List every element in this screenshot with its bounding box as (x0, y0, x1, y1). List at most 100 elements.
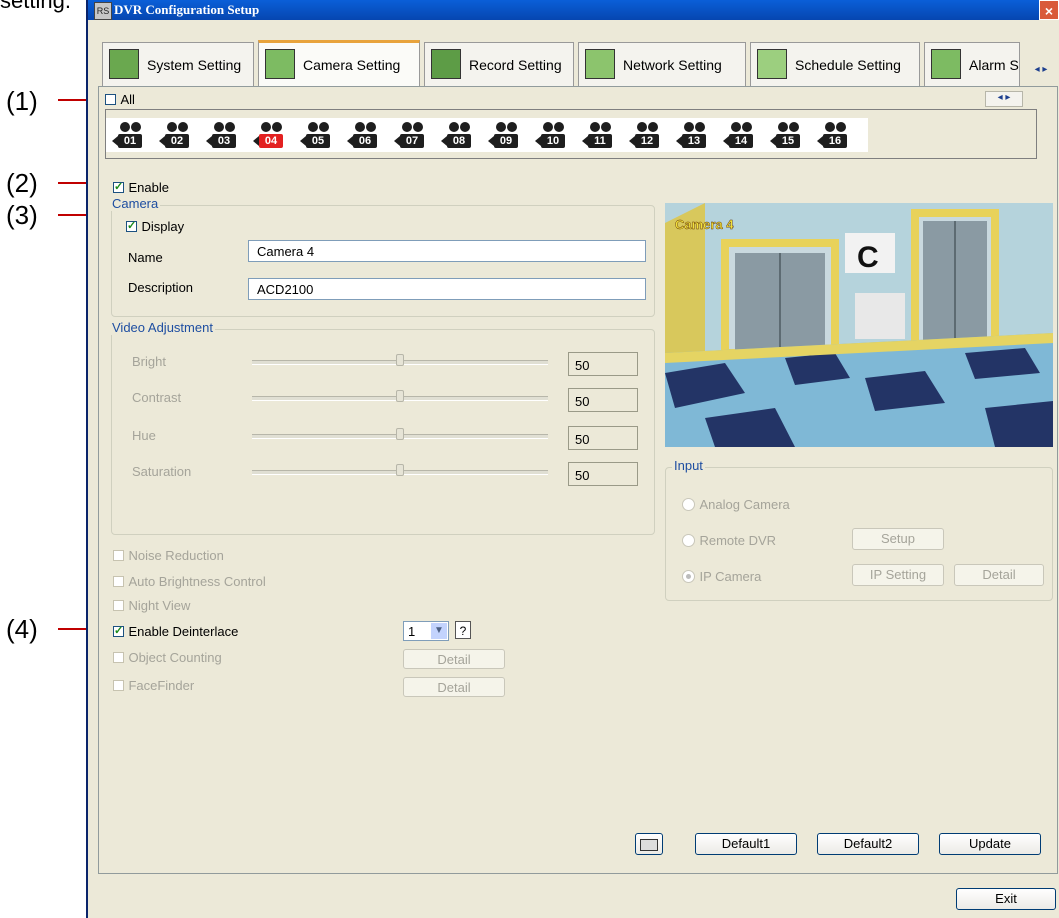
night-view-row[interactable]: Night View (113, 597, 190, 615)
keyboard-button[interactable] (635, 833, 663, 855)
camera-reel-icon (225, 122, 235, 132)
camera-name-input[interactable]: Camera 4 (248, 240, 646, 262)
default1-button[interactable]: Default1 (695, 833, 797, 855)
description-label: Description (128, 280, 194, 295)
noise-reduction-label: Noise Reduction (128, 548, 224, 563)
update-button[interactable]: Update (939, 833, 1041, 855)
chevron-down-icon[interactable]: ▼ (431, 623, 447, 639)
camera-reel-icon (496, 122, 506, 132)
object-counting-detail-button[interactable]: Detail (403, 649, 505, 669)
ip-camera-radio[interactable] (682, 570, 695, 584)
camera-channel-16-button[interactable]: 16 (815, 118, 853, 152)
facefinder-row[interactable]: FaceFinder (113, 677, 194, 695)
hue-slider-thumb[interactable] (396, 428, 404, 440)
camera-channel-10-button[interactable]: 10 (533, 118, 571, 152)
camera-group-legend: Camera (110, 196, 161, 211)
saturation-label: Saturation (132, 464, 192, 479)
bright-slider-thumb[interactable] (396, 354, 404, 366)
enable-deinterlace-row[interactable]: Enable Deinterlace (113, 623, 238, 641)
analog-camera-option[interactable]: Analog Camera (682, 496, 790, 514)
tab-scroll-arrows[interactable]: ◂ ▸ (1023, 64, 1059, 80)
exit-button[interactable]: Exit (956, 888, 1056, 910)
hue-value[interactable]: 50 (568, 426, 638, 450)
ip-setting-button[interactable]: IP Setting (852, 564, 944, 586)
all-checkbox-row[interactable]: All (105, 91, 135, 109)
remote-dvr-option[interactable]: Remote DVR (682, 532, 776, 550)
contrast-slider-thumb[interactable] (396, 390, 404, 402)
display-checkbox-row[interactable]: Display (126, 218, 184, 236)
camera-reel-icon (120, 122, 130, 132)
camera-channel-13-button[interactable]: 13 (674, 118, 712, 152)
camera-channel-12-button[interactable]: 12 (627, 118, 665, 152)
object-counting-row[interactable]: Object Counting (113, 649, 222, 667)
facefinder-checkbox[interactable] (113, 680, 124, 692)
camera-description-input[interactable]: ACD2100 (248, 278, 646, 300)
camera-channel-07-button[interactable]: 07 (392, 118, 430, 152)
camera-channel-03-button[interactable]: 03 (204, 118, 242, 152)
title-bar[interactable]: RS DVR Configuration Setup × (88, 0, 1059, 20)
all-checkbox[interactable] (105, 94, 116, 106)
close-button[interactable]: × (1039, 0, 1059, 20)
tab-camera-setting[interactable]: Camera Setting (258, 40, 420, 88)
camera-group: Camera Display Name Camera 4 Description… (110, 196, 655, 317)
camera-reel-icon (789, 122, 799, 132)
tab-alarm-setting[interactable]: Alarm Se (924, 42, 1020, 86)
auto-brightness-row[interactable]: Auto Brightness Control (113, 573, 266, 591)
camera-reel-icon (214, 122, 224, 132)
facefinder-detail-button[interactable]: Detail (403, 677, 505, 697)
camera-reel-icon (308, 122, 318, 132)
camera-reel-icon (319, 122, 329, 132)
preview-overlay: Camera 4 (675, 217, 734, 232)
camera-channel-number: 02 (165, 134, 189, 148)
camera-channel-09-button[interactable]: 09 (486, 118, 524, 152)
remote-dvr-radio[interactable] (682, 534, 695, 548)
contrast-value[interactable]: 50 (568, 388, 638, 412)
night-view-checkbox[interactable] (113, 600, 124, 612)
camera-channel-05-button[interactable]: 05 (298, 118, 336, 152)
bright-label: Bright (132, 354, 166, 369)
analog-camera-radio[interactable] (682, 498, 695, 512)
analog-camera-label: Analog Camera (699, 497, 790, 512)
ip-camera-option[interactable]: IP Camera (682, 568, 761, 586)
enable-checkbox-row[interactable]: Enable (113, 179, 169, 197)
default2-button[interactable]: Default2 (817, 833, 919, 855)
camera-reel-icon (836, 122, 846, 132)
video-adjustment-group: Video Adjustment Bright 50 Contrast 50 H… (110, 320, 655, 535)
display-label: Display (141, 219, 185, 234)
enable-checkbox[interactable] (113, 180, 124, 194)
tab-system-setting[interactable]: System Setting (102, 42, 254, 86)
bright-value[interactable]: 50 (568, 352, 638, 376)
tab-schedule-setting[interactable]: Schedule Setting (750, 42, 920, 86)
camera-channel-15-button[interactable]: 15 (768, 118, 806, 152)
deinterlace-help-button[interactable]: ? (455, 621, 471, 639)
saturation-slider-thumb[interactable] (396, 464, 404, 476)
setup-button[interactable]: Setup (852, 528, 944, 550)
camera-channel-14-button[interactable]: 14 (721, 118, 759, 152)
camera-channel-number: 06 (353, 134, 377, 148)
tab-record-setting[interactable]: Record Setting (424, 42, 574, 86)
noise-reduction-checkbox[interactable] (113, 550, 124, 562)
camera-channel-02-button[interactable]: 02 (157, 118, 195, 152)
auto-brightness-checkbox[interactable] (113, 576, 124, 588)
deinterlace-select[interactable]: 1 ▼ (403, 621, 449, 641)
tab-network-setting[interactable]: Network Setting (578, 42, 746, 86)
camera-channel-08-button[interactable]: 08 (439, 118, 477, 152)
input-group: Input Analog Camera Remote DVR Setup IP … (665, 458, 1053, 601)
noise-reduction-row[interactable]: Noise Reduction (113, 547, 224, 565)
callout-1: (1) (6, 86, 38, 116)
camera-reel-icon (167, 122, 177, 132)
display-checkbox[interactable] (126, 219, 137, 233)
object-counting-checkbox[interactable] (113, 652, 124, 664)
ip-detail-button[interactable]: Detail (954, 564, 1044, 586)
camera-channel-04-button[interactable]: 04 (251, 118, 289, 152)
camera-strip-scroll-arrows[interactable]: ◂ ▸ (985, 91, 1023, 107)
enable-deinterlace-checkbox[interactable] (113, 624, 124, 638)
camera-channel-number: 01 (118, 134, 142, 148)
camera-reel-icon (402, 122, 412, 132)
saturation-value[interactable]: 50 (568, 462, 638, 486)
camera-channel-11-button[interactable]: 11 (580, 118, 618, 152)
camera-channel-06-button[interactable]: 06 (345, 118, 383, 152)
camera-reel-icon (695, 122, 705, 132)
camera-channel-01-button[interactable]: 01 (110, 118, 148, 152)
camera-reel-icon (825, 122, 835, 132)
